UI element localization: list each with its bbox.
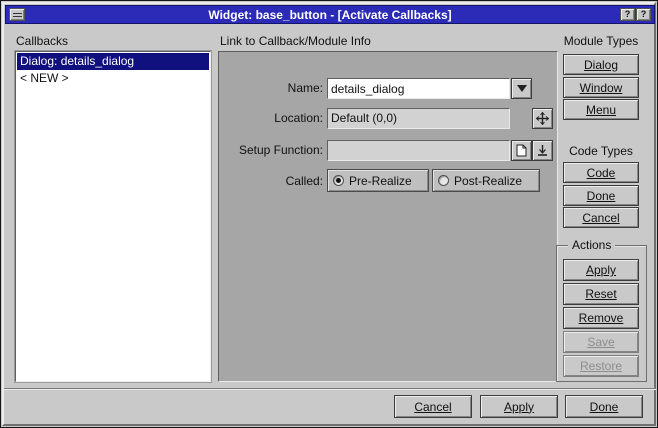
location-move-button[interactable] [532,108,553,129]
radio-icon [438,175,449,186]
module-type-dialog-button[interactable]: Dialog [563,54,639,75]
document-icon [516,144,527,157]
name-input[interactable] [331,79,506,98]
code-type-done-button[interactable]: Done [563,185,639,206]
actions-heading: Actions [568,238,615,252]
action-reset-button[interactable]: Reset [563,283,639,305]
arrow-down-to-bar-icon [536,144,549,157]
radio-label: Post-Realize [454,174,522,188]
action-save-button: Save [563,331,639,353]
called-label: Called: [219,174,323,188]
location-field: Default (0,0) [327,108,510,129]
window-menu-icon[interactable] [9,8,25,21]
code-type-cancel-button[interactable]: Cancel [563,207,639,228]
move-arrows-icon [536,112,549,125]
maximize-button[interactable]: ? [636,8,651,21]
callbacks-listbox[interactable]: Dialog: details_dialog < NEW > [15,51,211,382]
setup-function-field[interactable] [327,140,510,161]
setup-function-input[interactable] [331,141,506,160]
cancel-button[interactable]: Cancel [394,395,472,418]
apply-button[interactable]: Apply [480,395,558,418]
radio-label: Pre-Realize [349,174,412,188]
titlebar[interactable]: Widget: base_button - [Activate Callback… [5,5,655,24]
radio-post-realize[interactable]: Post-Realize [432,169,540,192]
list-item[interactable]: < NEW > [17,70,209,87]
code-type-code-button[interactable]: Code [563,162,639,183]
setup-new-button[interactable] [511,140,532,161]
footer-separator [4,388,656,390]
code-types-heading: Code Types [554,144,648,158]
setup-function-label: Setup Function: [219,143,323,157]
module-type-window-button[interactable]: Window [563,77,639,98]
location-label: Location: [219,111,323,125]
done-button[interactable]: Done [565,395,643,418]
chevron-down-icon [517,85,527,92]
name-label: Name: [219,81,323,95]
list-item[interactable]: Dialog: details_dialog [17,53,209,70]
action-apply-button[interactable]: Apply [563,259,639,281]
action-remove-button[interactable]: Remove [563,307,639,329]
name-dropdown-button[interactable] [511,78,532,99]
info-heading: Link to Callback/Module Info [220,34,371,48]
module-types-heading: Module Types [554,34,648,48]
callback-info-panel: Name: Location: Default (0,0) Setup Func… [218,51,558,382]
name-combobox[interactable] [327,78,510,99]
callbacks-heading: Callbacks [16,34,68,48]
window-title: Widget: base_button - [Activate Callback… [208,8,451,22]
help-button[interactable]: ? [620,8,635,21]
radio-pre-realize[interactable]: Pre-Realize [327,169,429,192]
module-type-menu-button[interactable]: Menu [563,99,639,120]
setup-import-button[interactable] [532,140,553,161]
dialog-window: Widget: base_button - [Activate Callback… [0,0,658,428]
action-restore-button: Restore [563,355,639,377]
radio-icon [333,175,344,186]
